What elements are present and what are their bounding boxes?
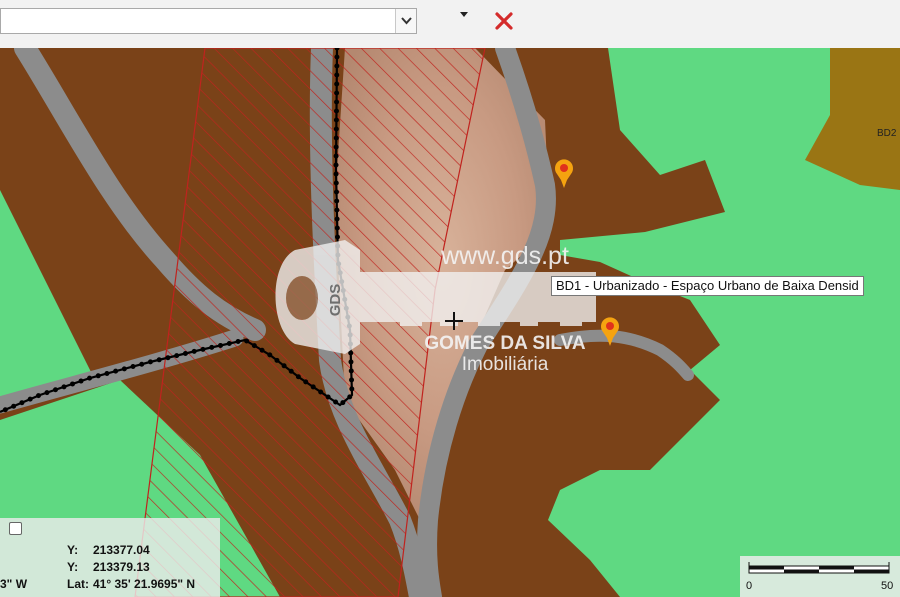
coord-label-lat: Lat: [67, 577, 89, 591]
coord-row-y2: Y: 213379.13 [67, 560, 150, 574]
caret-down-icon [460, 12, 468, 17]
coord-label-y2: Y: [67, 560, 79, 574]
coordinates-panel: Y: 213377.04 Y: 213379.13 3" W Lat: 41° 35'… [0, 518, 220, 597]
zone-label-bd2: BD2 [877, 128, 897, 139]
watermark-key-text: GDS [327, 284, 344, 317]
tool-dropdown-caret[interactable] [458, 10, 470, 20]
layer-search-combobox[interactable] [0, 8, 417, 34]
watermark-url: www.gds.pt [440, 242, 569, 270]
combobox-dropdown-button[interactable] [395, 9, 416, 33]
zone-tooltip: BD1 - Urbanizado - Espaço Urbano de Baix… [551, 276, 864, 296]
scale-label-end: 50 [881, 580, 894, 592]
coord-value-lat: 41° 35' 21.9695" N [93, 577, 196, 591]
coord-longitude-fragment: 3" W [0, 577, 28, 591]
clear-button[interactable] [490, 8, 518, 34]
scale-label-start: 0 [746, 580, 753, 592]
map-toolbar [0, 0, 900, 49]
chevron-down-icon [400, 17, 412, 25]
watermark-brand: GOMES DA SILVA [424, 333, 585, 354]
watermark-sub: Imobiliária [462, 354, 549, 375]
coord-row-lat: Lat: 41° 35' 21.9695" N [67, 577, 195, 591]
scale-bar-graphic [748, 562, 890, 574]
coord-value-y1: 213377.04 [93, 543, 150, 557]
coordinates-checkbox[interactable] [9, 522, 22, 535]
close-icon [495, 12, 513, 30]
scale-bar: 0 50 [740, 556, 900, 597]
coord-label-y1: Y: [67, 543, 79, 557]
coord-row-y1: Y: 213377.04 [67, 543, 150, 557]
coord-value-y2: 213379.13 [93, 560, 150, 574]
map-canvas[interactable]: BD2 GDS www.gds.pt GOMES DA SILVA Imobil… [0, 48, 900, 597]
